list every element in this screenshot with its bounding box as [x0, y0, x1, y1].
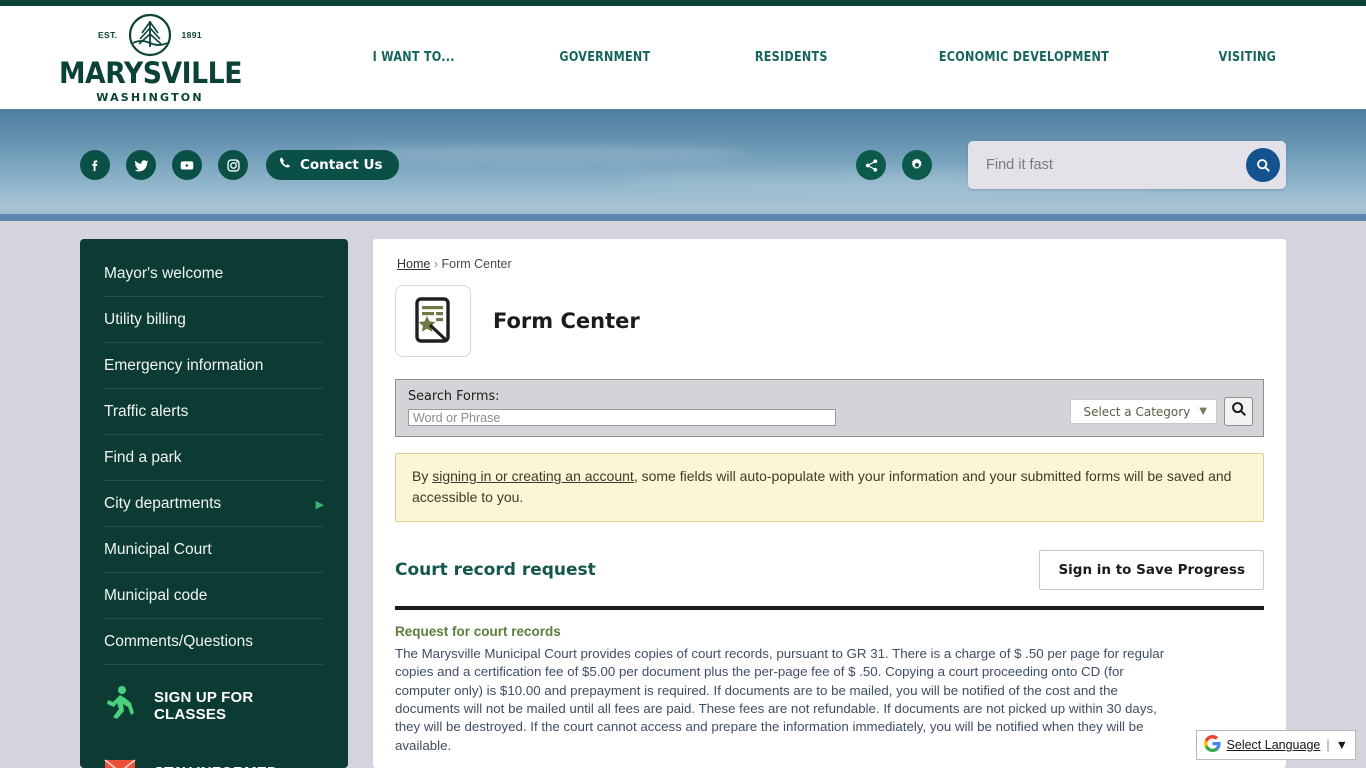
search-icon[interactable]	[1246, 148, 1280, 182]
site-search[interactable]	[968, 141, 1286, 189]
logo-city-name: MARYSVILLE	[58, 56, 242, 90]
search-forms-bar: Search Forms: Select a Category ▼	[395, 379, 1264, 437]
sidebar-item-label: Emergency information	[104, 357, 264, 374]
breadcrumb: Home › Form Center	[395, 257, 1264, 271]
site-logo[interactable]: EST. 1891 MARYSVILLE WASHINGTON	[0, 11, 300, 104]
sidebar-item-utility-billing[interactable]: Utility billing	[104, 297, 324, 343]
promo-label: SIGN UP FOR CLASSES	[154, 688, 254, 723]
page-title: Form Center	[493, 309, 640, 333]
site-header: EST. 1891 MARYSVILLE WASHINGTON I WANT T…	[0, 6, 1366, 109]
share-icon[interactable]	[856, 150, 886, 180]
sign-in-notice: By signing in or creating an account, so…	[395, 453, 1264, 522]
page-body: Mayor's welcome Utility billing Emergenc…	[0, 221, 1366, 768]
sidebar-item-traffic-alerts[interactable]: Traffic alerts	[104, 389, 324, 435]
contact-us-label: Contact Us	[300, 157, 383, 173]
logo-seal-row: EST. 1891	[98, 13, 202, 57]
sidebar-item-label: Find a park	[104, 449, 182, 466]
sign-in-to-save-progress-button[interactable]: Sign in to Save Progress	[1039, 550, 1264, 590]
promo-label: STAY INFORMED	[154, 764, 278, 768]
sidebar-item-label: Municipal Court	[104, 541, 212, 558]
category-select[interactable]: Select a Category ▼	[1070, 399, 1217, 424]
breadcrumb-current: Form Center	[441, 257, 512, 271]
sidebar-item-label: Traffic alerts	[104, 403, 189, 420]
sidebar-item-label: City departments	[104, 495, 222, 512]
logo-est-right: 1891	[181, 30, 203, 40]
logo-est-left: EST.	[97, 30, 118, 40]
youtube-icon[interactable]	[172, 150, 202, 180]
envelope-icon	[104, 758, 136, 768]
hero-banner: Contact Us	[0, 109, 1366, 221]
running-person-icon	[104, 685, 136, 726]
secondary-sidebar: Mayor's welcome Utility billing Emergenc…	[80, 239, 348, 768]
twitter-icon[interactable]	[126, 150, 156, 180]
main-content-card: Home › Form Center Form Center Search Fo…	[373, 239, 1286, 768]
search-input[interactable]	[984, 156, 1246, 174]
sidebar-item-mayors-welcome[interactable]: Mayor's welcome	[104, 255, 324, 297]
search-forms-label: Search Forms:	[408, 388, 500, 404]
chevron-down-icon: ▼	[1199, 406, 1207, 417]
form-section-heading: Request for court records	[395, 624, 561, 639]
form-title: Court record request	[395, 560, 596, 580]
sidebar-item-city-departments[interactable]: City departments ▶	[104, 481, 324, 527]
logo-state-name: WASHINGTON	[96, 91, 204, 104]
select-language-label[interactable]: Select Language	[1227, 738, 1321, 752]
sidebar-item-emergency-information[interactable]: Emergency information	[104, 343, 324, 389]
facebook-icon[interactable]	[80, 150, 110, 180]
sidebar-item-municipal-court[interactable]: Municipal Court	[104, 527, 324, 573]
breadcrumb-home[interactable]: Home	[397, 257, 430, 271]
chevron-right-icon: ▶	[315, 498, 324, 511]
sidebar-item-label: Utility billing	[104, 311, 186, 328]
sign-in-link[interactable]: signing in or creating an account	[432, 468, 634, 484]
google-g-icon	[1203, 735, 1221, 755]
form-section-body: The Marysville Municipal Court provides …	[395, 646, 1165, 753]
social-links: Contact Us	[80, 150, 399, 180]
sidebar-item-comments-questions[interactable]: Comments/Questions	[104, 619, 324, 665]
contact-us-button[interactable]: Contact Us	[266, 150, 399, 180]
sidebar-item-label: Comments/Questions	[104, 633, 254, 650]
evergreen-tree-seal-icon	[128, 13, 172, 57]
nav-i-want-to[interactable]: I WANT TO...	[372, 50, 454, 65]
translate-divider: |	[1326, 738, 1330, 752]
search-icon	[1230, 400, 1248, 423]
phone-icon	[278, 156, 293, 175]
search-forms-button[interactable]	[1224, 397, 1253, 426]
chevron-down-icon[interactable]: ▼	[1336, 738, 1348, 752]
sidebar-promo-stay-informed[interactable]: STAY INFORMED	[104, 738, 324, 768]
section-divider	[395, 606, 1264, 610]
sidebar-item-find-a-park[interactable]: Find a park	[104, 435, 324, 481]
notice-lead: By	[412, 468, 433, 484]
nav-visiting[interactable]: VISITING	[1218, 50, 1275, 65]
sidebar-promo-sign-up-for-classes[interactable]: SIGN UP FOR CLASSES	[104, 665, 324, 738]
sidebar-item-label: Mayor's welcome	[104, 265, 224, 282]
search-forms-input[interactable]	[408, 409, 836, 426]
nav-residents[interactable]: RESIDENTS	[755, 50, 828, 65]
nav-economic-development[interactable]: ECONOMIC DEVELOPMENT	[939, 50, 1109, 65]
instagram-icon[interactable]	[218, 150, 248, 180]
sidebar-item-municipal-code[interactable]: Municipal code	[104, 573, 324, 619]
page-title-row: Form Center	[395, 285, 1264, 357]
form-magic-wand-icon	[395, 285, 471, 357]
breadcrumb-separator: ›	[433, 257, 438, 271]
gear-icon[interactable]	[902, 150, 932, 180]
form-header: Court record request Sign in to Save Pro…	[395, 550, 1264, 590]
google-translate-widget[interactable]: Select Language | ▼	[1195, 730, 1356, 760]
category-select-label: Select a Category	[1083, 404, 1191, 419]
nav-government[interactable]: GOVERNMENT	[560, 50, 651, 65]
primary-navigation: I WANT TO... GOVERNMENT RESIDENTS ECONOM…	[300, 50, 1366, 65]
sidebar-item-label: Municipal code	[104, 587, 208, 604]
